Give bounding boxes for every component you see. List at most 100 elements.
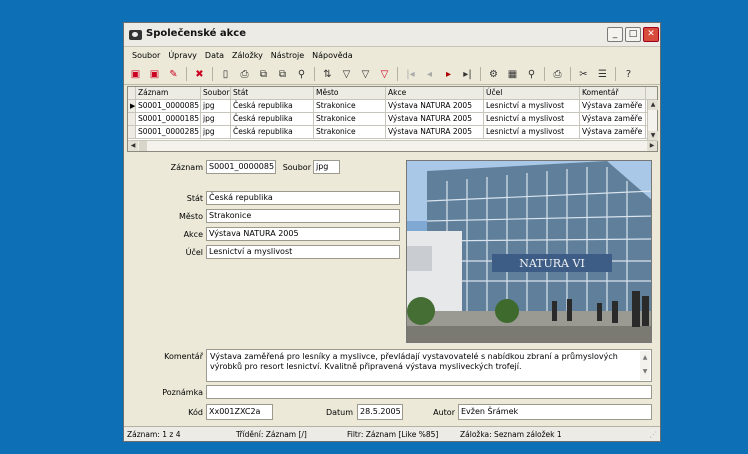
column-header-zaznam[interactable]: Záznam (136, 87, 201, 99)
grid-horizontal-scrollbar[interactable]: ◀ ▶ (128, 140, 657, 151)
table-view-icon[interactable]: ▦ (504, 66, 521, 82)
cell-komentar[interactable]: Výstava zaměře (580, 113, 646, 125)
scroll-right-icon[interactable]: ▶ (647, 141, 657, 151)
menu-data[interactable]: Data (201, 51, 228, 60)
close-button[interactable]: ✕ (643, 27, 659, 42)
first-record-icon[interactable]: |◂ (402, 66, 419, 82)
grid-header: Záznam Soubor Stát Město Akce Účel Komen… (128, 87, 657, 100)
column-header-ucel[interactable]: Účel (484, 87, 580, 99)
menu-zalozky[interactable]: Záložky (228, 51, 267, 60)
help-icon[interactable]: ? (620, 66, 637, 82)
cell-ucel[interactable]: Lesnictví a myslivost (484, 100, 580, 112)
open-record-icon[interactable]: ▣ (146, 66, 163, 82)
datum-field[interactable]: 28.5.2005 (357, 404, 403, 420)
cell-akce[interactable]: Výstava NATURA 2005 (386, 100, 484, 112)
cell-komentar[interactable]: Výstava zaměře (580, 100, 646, 112)
poznamka-field[interactable] (206, 385, 652, 399)
last-record-icon[interactable]: ▸| (459, 66, 476, 82)
soubor-field[interactable]: jpg (313, 160, 340, 174)
stat-field[interactable]: Česká republika (206, 191, 400, 205)
zaznam-field[interactable]: S0001_0000085 (206, 160, 276, 174)
cell-zaznam[interactable]: S0001_0000085 (136, 100, 201, 112)
filter-by-selection-icon[interactable]: ▽ (357, 66, 374, 82)
table-row[interactable]: S0001_0000185 jpg Česká republika Strako… (128, 113, 657, 126)
sort-icon[interactable]: ⇅ (319, 66, 336, 82)
kod-field[interactable]: Xx001ZXC2a (206, 404, 273, 420)
comment-scrollbar[interactable]: ▲ ▼ (640, 351, 650, 380)
find-icon[interactable]: ⚲ (293, 66, 310, 82)
remove-filter-icon[interactable]: ▽ (376, 66, 393, 82)
toolbar: ▣ ▣ ✎ ✖ ▯ ⎙ ⧉ ⧉ ⚲ ⇅ ▽ ▽ ▽ |◂ ◂ ▸ ▸| ⚙ ▦ … (124, 64, 660, 85)
attach-icon[interactable]: ⚙ (485, 66, 502, 82)
minimize-button[interactable]: _ (607, 27, 623, 42)
row-selector[interactable] (128, 126, 136, 138)
autor-field[interactable]: Evžen Šrámek (458, 404, 652, 420)
row-selector[interactable] (128, 113, 136, 125)
komentar-label: Komentář (164, 352, 203, 361)
window-title: Společenské akce (146, 28, 246, 39)
cell-mesto[interactable]: Strakonice (314, 100, 386, 112)
cell-zaznam[interactable]: S0001_0000285 (136, 126, 201, 138)
new-document-icon[interactable]: ▯ (217, 66, 234, 82)
toolbar-separator (212, 67, 213, 81)
scroll-thumb[interactable] (139, 141, 147, 151)
cell-akce[interactable]: Výstava NATURA 2005 (386, 126, 484, 138)
menu-napoveda[interactable]: Nápověda (308, 51, 357, 60)
toolbar-separator (615, 67, 616, 81)
mesto-field[interactable]: Strakonice (206, 209, 400, 223)
cell-mesto[interactable]: Strakonice (314, 126, 386, 138)
table-row[interactable]: ▶ S0001_0000085 jpg Česká republika Stra… (128, 100, 657, 113)
edit-record-icon[interactable]: ✎ (165, 66, 182, 82)
cell-soubor[interactable]: jpg (201, 100, 231, 112)
building-sign: NATURA VI (519, 257, 585, 270)
status-bookmark: Záložka: Seznam záložek 1 (460, 430, 562, 439)
grid-vertical-scrollbar[interactable]: ▲ ▼ (647, 100, 658, 141)
status-record-count: Záznam: 1 z 4 (127, 430, 181, 439)
print-icon[interactable]: ⎙ (236, 66, 253, 82)
table-row[interactable]: S0001_0000285 jpg Česká republika Strako… (128, 126, 657, 139)
next-record-icon[interactable]: ▸ (440, 66, 457, 82)
akce-label: Akce (183, 230, 203, 239)
ucel-field[interactable]: Lesnictví a myslivost (206, 245, 400, 259)
filter-icon[interactable]: ▽ (338, 66, 355, 82)
column-header-komentar[interactable]: Komentář (580, 87, 646, 99)
copy-icon[interactable]: ⧉ (255, 66, 272, 82)
komentar-text: Výstava zaměřená pro lesníky a myslivce,… (210, 352, 618, 371)
print-menu-icon[interactable]: ⎙ (549, 66, 566, 82)
column-header-akce[interactable]: Akce (386, 87, 484, 99)
cell-akce[interactable]: Výstava NATURA 2005 (386, 113, 484, 125)
menu-upravy[interactable]: Úpravy (164, 51, 201, 60)
previous-record-icon[interactable]: ◂ (421, 66, 438, 82)
menu-soubor[interactable]: Soubor (128, 51, 164, 60)
scroll-up-icon[interactable]: ▲ (648, 100, 658, 110)
resize-grip-icon[interactable]: ⋰ (650, 430, 658, 439)
film-icon (129, 30, 142, 40)
cell-mesto[interactable]: Strakonice (314, 113, 386, 125)
cell-zaznam[interactable]: S0001_0000185 (136, 113, 201, 125)
delete-record-icon[interactable]: ✖ (191, 66, 208, 82)
list-view-icon[interactable]: ☰ (594, 66, 611, 82)
cell-ucel[interactable]: Lesnictví a myslivost (484, 113, 580, 125)
tools-icon[interactable]: ✂ (575, 66, 592, 82)
cell-komentar[interactable]: Výstava zaměře (580, 126, 646, 138)
column-header-mesto[interactable]: Město (314, 87, 386, 99)
cell-stat[interactable]: Česká republika (231, 100, 314, 112)
status-sorting: Třídění: Záznam [/] (236, 430, 307, 439)
maximize-button[interactable]: □ (625, 27, 641, 42)
menu-nastroje[interactable]: Nástroje (267, 51, 308, 60)
column-header-stat[interactable]: Stát (231, 87, 314, 99)
cell-stat[interactable]: Česká republika (231, 113, 314, 125)
cell-ucel[interactable]: Lesnictví a myslivost (484, 126, 580, 138)
scroll-left-icon[interactable]: ◀ (128, 141, 138, 151)
akce-field[interactable]: Výstava NATURA 2005 (206, 227, 400, 241)
cell-soubor[interactable]: jpg (201, 113, 231, 125)
cell-soubor[interactable]: jpg (201, 126, 231, 138)
new-record-icon[interactable]: ▣ (127, 66, 144, 82)
autor-label: Autor (433, 408, 455, 417)
paste-icon[interactable]: ⧉ (274, 66, 291, 82)
komentar-field[interactable]: Výstava zaměřená pro lesníky a myslivce,… (206, 349, 652, 382)
column-header-soubor[interactable]: Soubor (201, 87, 231, 99)
toolbar-separator (480, 67, 481, 81)
zoom-icon[interactable]: ⚲ (523, 66, 540, 82)
cell-stat[interactable]: Česká republika (231, 126, 314, 138)
